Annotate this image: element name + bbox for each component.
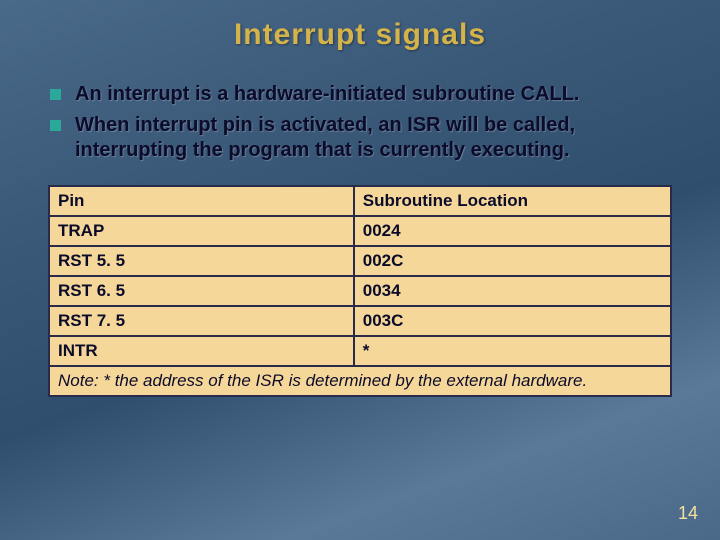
table-header: Subroutine Location <box>354 186 671 216</box>
page-number: 14 <box>678 503 698 524</box>
table-row: TRAP 0024 <box>49 216 671 246</box>
table-note: Note: * the address of the ISR is determ… <box>49 366 671 396</box>
table-row: RST 6. 5 0034 <box>49 276 671 306</box>
table-cell: INTR <box>49 336 354 366</box>
table-header: Pin <box>49 186 354 216</box>
bullet-text: An interrupt is a hardware-initiated sub… <box>75 82 579 107</box>
table-cell: 0024 <box>354 216 671 246</box>
table-header-row: Pin Subroutine Location <box>49 186 671 216</box>
table-row: RST 5. 5 002C <box>49 246 671 276</box>
bullet-icon <box>50 120 61 131</box>
table-cell: * <box>354 336 671 366</box>
table-note-row: Note: * the address of the ISR is determ… <box>49 366 671 396</box>
table-row: RST 7. 5 003C <box>49 306 671 336</box>
slide-title: Interrupt signals <box>0 0 720 52</box>
bullet-list: An interrupt is a hardware-initiated sub… <box>50 82 680 163</box>
bullet-text: When interrupt pin is activated, an ISR … <box>75 113 680 163</box>
table-cell: 003C <box>354 306 671 336</box>
table-row: INTR * <box>49 336 671 366</box>
slide: Interrupt signals An interrupt is a hard… <box>0 0 720 540</box>
table-cell: TRAP <box>49 216 354 246</box>
table-cell: 0034 <box>354 276 671 306</box>
table-cell: 002C <box>354 246 671 276</box>
table-cell: RST 5. 5 <box>49 246 354 276</box>
table-cell: RST 7. 5 <box>49 306 354 336</box>
table-cell: RST 6. 5 <box>49 276 354 306</box>
list-item: When interrupt pin is activated, an ISR … <box>50 113 680 163</box>
bullet-icon <box>50 89 61 100</box>
list-item: An interrupt is a hardware-initiated sub… <box>50 82 680 107</box>
interrupt-table: Pin Subroutine Location TRAP 0024 RST 5.… <box>48 185 672 397</box>
